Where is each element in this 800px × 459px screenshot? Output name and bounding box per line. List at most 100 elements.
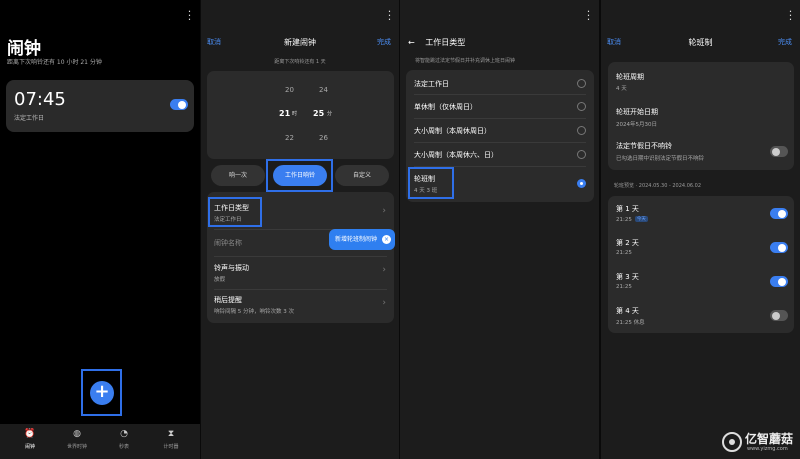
- divider: [414, 118, 586, 119]
- done-button[interactable]: 完成: [778, 37, 792, 47]
- next-alarm-countdown: 距离下次响铃还有 10 小时 21 分钟: [7, 59, 102, 66]
- hour-option[interactable]: 20: [285, 86, 294, 94]
- shift-days-card: 第 1 天 21:25 今天 第 2 天 21:25 第 3 天 21:25 第 …: [608, 196, 794, 333]
- holiday-description: 已勾选日期中识别法定节假日不响铃: [616, 156, 705, 162]
- shift-settings-screen: · · · 取消 轮班制 完成 轮班周期 4 天 轮班开始日期 2024年5月30日…: [601, 0, 800, 459]
- list-item-value: 响铃间隔 5 分钟，响铃次数 3 次: [214, 309, 294, 315]
- bottom-navigation: ⏰ 闹钟 ◍ 世界时钟 ◔ 秒表 ⧗ 计时器: [0, 424, 200, 459]
- shift-config-card: 轮班周期 4 天 轮班开始日期 2024年5月30日 法定节假日不响铃 已勾选日…: [608, 62, 794, 170]
- minute-selected[interactable]: 25: [313, 109, 324, 118]
- day-toggle[interactable]: [770, 276, 788, 287]
- more-options-icon[interactable]: · · ·: [788, 6, 793, 25]
- add-alarm-highlight: +: [81, 369, 122, 416]
- day-toggle[interactable]: [770, 208, 788, 219]
- minute-option[interactable]: 26: [319, 134, 328, 142]
- divider: [214, 256, 387, 257]
- hourglass-icon: ⧗: [167, 429, 175, 439]
- nav-item-stopwatch[interactable]: ◔ 秒表: [104, 428, 144, 450]
- page-description: 将智能跳过法定节假日并补充调休上班日闹钟: [415, 58, 516, 64]
- mushroom-logo-icon: [722, 432, 742, 452]
- hour-option[interactable]: 22: [285, 134, 294, 142]
- nav-label: 计时器: [163, 444, 179, 450]
- page-title: 轮班制: [688, 38, 713, 47]
- workday-type-screen: · · · ← 工作日类型 将智能跳过法定节假日并补充调休上班日闹钟 法定工作日 单…: [400, 0, 599, 459]
- nav-item-world-clock[interactable]: ◍ 世界时钟: [57, 428, 97, 450]
- done-button[interactable]: 完成: [377, 37, 391, 47]
- watermark-name: 亿智蘑菇: [745, 432, 794, 446]
- list-item-value: 放假: [214, 277, 226, 283]
- day-time: 21:25: [616, 284, 632, 290]
- alarm-repeat-label: 法定工作日: [14, 115, 45, 122]
- workday-highlight: [266, 159, 333, 192]
- day-time: 21:25 休息: [616, 320, 645, 326]
- nav-item-alarm[interactable]: ⏰ 闹钟: [10, 428, 50, 450]
- day-name: 第 4 天: [616, 307, 639, 315]
- chevron-right-icon: ›: [382, 298, 386, 308]
- add-alarm-button[interactable]: +: [90, 381, 114, 405]
- shift-preview-range: 轮班预览 · 2024.05.30 - 2024.06.02: [614, 183, 702, 189]
- day-toggle[interactable]: [770, 310, 788, 321]
- option-label: 法定工作日: [414, 80, 449, 88]
- globe-icon: ◍: [73, 429, 81, 439]
- alarm-card[interactable]: 07:45 法定工作日: [6, 80, 194, 132]
- time-picker[interactable]: 20 24 21 时 25 分 22 26: [207, 71, 394, 159]
- alarm-list-screen: · · · 闹钟 距离下次响铃还有 10 小时 21 分钟 07:45 法定工作日 …: [0, 0, 200, 459]
- radio-button[interactable]: [577, 126, 586, 135]
- list-item-title: 铃声与振动: [214, 264, 249, 272]
- alarm-clock-icon: ⏰: [24, 429, 36, 439]
- list-item-title: 闹钟名称: [214, 239, 242, 247]
- watermark-url: www.yizmg.com: [747, 446, 788, 452]
- chevron-right-icon: ›: [382, 206, 386, 216]
- radio-button[interactable]: [577, 79, 586, 88]
- minute-unit: 分: [327, 111, 333, 117]
- header: ← 工作日类型: [408, 37, 465, 48]
- hour-selected[interactable]: 21: [279, 109, 290, 118]
- divider: [414, 142, 586, 143]
- more-options-icon[interactable]: · · ·: [586, 6, 591, 25]
- stopwatch-icon: ◔: [120, 429, 128, 439]
- page-title: 闹钟: [7, 39, 41, 59]
- header: 取消 轮班制 完成: [601, 37, 800, 51]
- day-name: 第 2 天: [616, 239, 639, 247]
- next-alarm-countdown: 距离下次响铃还有 1 天: [274, 59, 326, 65]
- nav-label: 世界时钟: [66, 444, 87, 450]
- nav-label: 秒表: [118, 444, 129, 450]
- holiday-label: 法定节假日不响铃: [616, 142, 672, 150]
- more-options-icon[interactable]: · · ·: [187, 6, 192, 25]
- more-options-icon[interactable]: · · ·: [387, 6, 392, 25]
- shift-cycle-value: 4 天: [616, 86, 627, 92]
- hour-unit: 时: [292, 111, 298, 117]
- workday-type-highlight: [208, 197, 262, 227]
- shift-start-value: 2024年5月30日: [616, 122, 657, 128]
- day-time: 21:25: [616, 217, 632, 223]
- watermark: 亿智蘑菇 www.yizmg.com: [722, 430, 798, 456]
- alarm-toggle[interactable]: [170, 99, 188, 110]
- holiday-toggle[interactable]: [770, 146, 788, 157]
- day-name: 第 3 天: [616, 273, 639, 281]
- today-badge: 今天: [634, 216, 648, 222]
- screenshot-composite: · · · 闹钟 距离下次响铃还有 10 小时 21 分钟 07:45 法定工作日 …: [0, 0, 800, 459]
- repeat-custom-button[interactable]: 自定义: [335, 165, 389, 186]
- repeat-once-button[interactable]: 响一次: [211, 165, 265, 186]
- divider: [214, 289, 387, 290]
- option-label: 单休制（仅休周日）: [414, 103, 477, 111]
- shift-start-label: 轮班开始日期: [616, 108, 658, 116]
- nav-item-timer[interactable]: ⧗ 计时器: [151, 428, 191, 450]
- minute-option[interactable]: 24: [319, 86, 328, 94]
- alarm-time: 07:45: [14, 89, 66, 110]
- option-label: 大小周制（本周休六、日）: [414, 151, 498, 159]
- nav-label: 闹钟: [24, 444, 35, 450]
- page-title: 新建闹钟: [284, 38, 316, 47]
- page-title: 工作日类型: [425, 38, 466, 47]
- divider: [414, 94, 586, 95]
- radio-button[interactable]: [577, 102, 586, 111]
- header: 取消 新建闹钟 完成: [201, 37, 399, 51]
- day-toggle[interactable]: [770, 242, 788, 253]
- shift-alarm-tooltip[interactable]: 新增轮班制闹钟 ×: [329, 229, 395, 250]
- radio-button[interactable]: [577, 150, 586, 159]
- shift-cycle-label: 轮班周期: [616, 73, 644, 81]
- back-arrow-icon[interactable]: ←: [408, 38, 415, 47]
- list-item-title: 稍后提醒: [214, 296, 242, 304]
- radio-button-selected[interactable]: [577, 179, 586, 188]
- close-icon[interactable]: ×: [382, 235, 391, 244]
